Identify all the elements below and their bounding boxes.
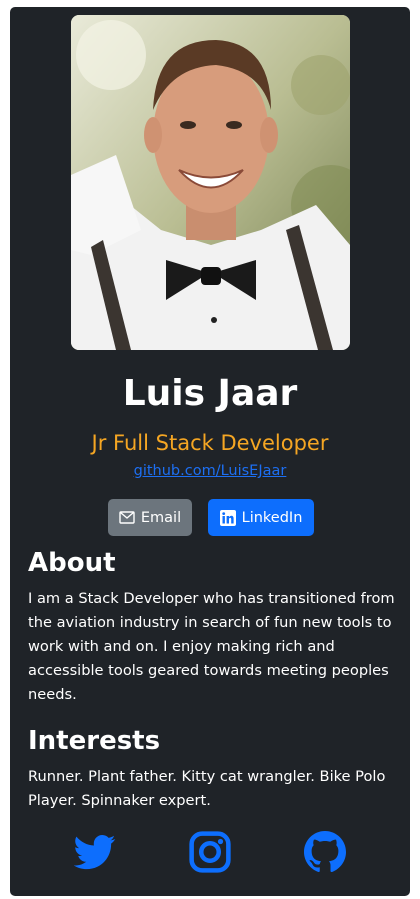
github-link[interactable]: github.com/LuisEJaar (10, 461, 410, 481)
profile-role: Jr Full Stack Developer (91, 431, 329, 455)
linkedin-button-label: LinkedIn (241, 509, 303, 526)
instagram-icon[interactable] (189, 831, 231, 873)
email-button[interactable]: Email (108, 499, 192, 536)
interests-heading: Interests (28, 726, 161, 756)
profile-photo (71, 15, 350, 350)
linkedin-button[interactable]: LinkedIn (208, 499, 314, 536)
profile-card: Luis Jaar Jr Full Stack Developer github… (10, 7, 410, 896)
twitter-icon[interactable] (74, 831, 116, 873)
interests-text: Runner. Plant father. Kitty cat wrangler… (28, 768, 386, 809)
github-icon[interactable] (304, 831, 346, 873)
email-button-label: Email (140, 509, 182, 526)
profile-name: Luis Jaar (122, 373, 298, 414)
about-text: I am a Stack Developer who has transitio… (28, 590, 395, 703)
envelope-icon (119, 511, 135, 524)
linkedin-icon (219, 509, 236, 526)
about-heading: About (28, 548, 116, 578)
